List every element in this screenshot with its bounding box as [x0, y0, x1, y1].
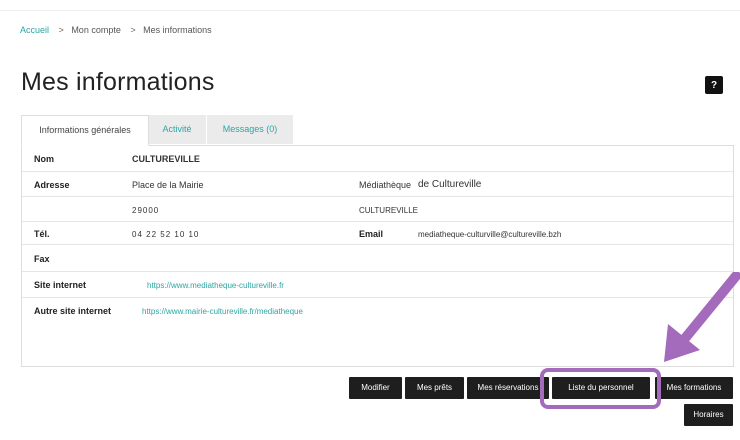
row-site-internet: Site internet https://www.mediatheque-cu… — [22, 271, 733, 298]
row-tel: Tél. 04 22 52 10 10 Email mediatheque-cu… — [22, 221, 733, 245]
highlight-box — [540, 368, 661, 409]
mes-formations-button[interactable]: Mes formations — [655, 377, 733, 399]
row-ville: 29000 CULTUREVILLE — [22, 196, 733, 222]
row-nom: Nom CULTUREVILLE — [22, 146, 733, 171]
breadcrumb-separator: > — [58, 25, 64, 35]
breadcrumb-item-mon-compte[interactable]: Mon compte — [71, 25, 121, 35]
label-email: Email — [359, 229, 384, 239]
label-autre-site-internet: Autre site internet — [34, 306, 112, 316]
tab-activite[interactable]: Activité — [148, 115, 206, 144]
tab-messages[interactable]: Messages (0) — [207, 115, 293, 144]
mes-prets-button[interactable]: Mes prêts — [405, 377, 464, 399]
row-adresse: Adresse Place de la Mairie Médiathèque d… — [22, 171, 733, 197]
label-adresse: Adresse — [34, 180, 70, 190]
page-title: Mes informations — [21, 68, 215, 96]
value-code-postal: 29000 — [132, 206, 160, 215]
value-ville: CULTUREVILLE — [359, 206, 418, 215]
mes-reservations-button[interactable]: Mes réservations — [467, 377, 549, 399]
modifier-button[interactable]: Modifier — [349, 377, 402, 399]
help-icon[interactable]: ? — [705, 76, 723, 94]
label-nom: Nom — [34, 154, 54, 164]
link-site-internet[interactable]: https://www.mediatheque-cultureville.fr — [147, 281, 284, 290]
value-mediatheque-prefix: Médiathèque — [359, 180, 412, 190]
link-autre-site-internet[interactable]: https://www.mairie-cultureville.fr/media… — [142, 307, 303, 316]
breadcrumb-item-mes-informations: Mes informations — [143, 25, 212, 35]
label-fax: Fax — [34, 254, 50, 264]
breadcrumb-separator: > — [130, 25, 136, 35]
value-mediatheque-name: de Cultureville — [418, 179, 482, 190]
tab-informations-generales[interactable]: Informations générales — [21, 115, 149, 146]
breadcrumb: Accueil > Mon compte > Mes informations — [20, 25, 212, 35]
breadcrumb-home-link[interactable]: Accueil — [20, 25, 49, 35]
info-panel: Nom CULTUREVILLE Adresse Place de la Mai… — [21, 145, 734, 367]
value-email[interactable]: mediatheque-culturville@cultureville.bzh — [418, 230, 561, 239]
label-tel: Tél. — [34, 229, 50, 239]
value-nom: CULTUREVILLE — [132, 154, 200, 164]
horaires-button[interactable]: Horaires — [684, 404, 733, 426]
row-autre-site-internet: Autre site internet https://www.mairie-c… — [22, 297, 733, 323]
label-site-internet: Site internet — [34, 280, 87, 290]
row-fax: Fax — [22, 244, 733, 272]
top-divider — [0, 10, 740, 11]
pointer-arrow-icon — [664, 272, 740, 362]
value-tel: 04 22 52 10 10 — [132, 230, 200, 239]
value-adresse: Place de la Mairie — [132, 180, 204, 190]
